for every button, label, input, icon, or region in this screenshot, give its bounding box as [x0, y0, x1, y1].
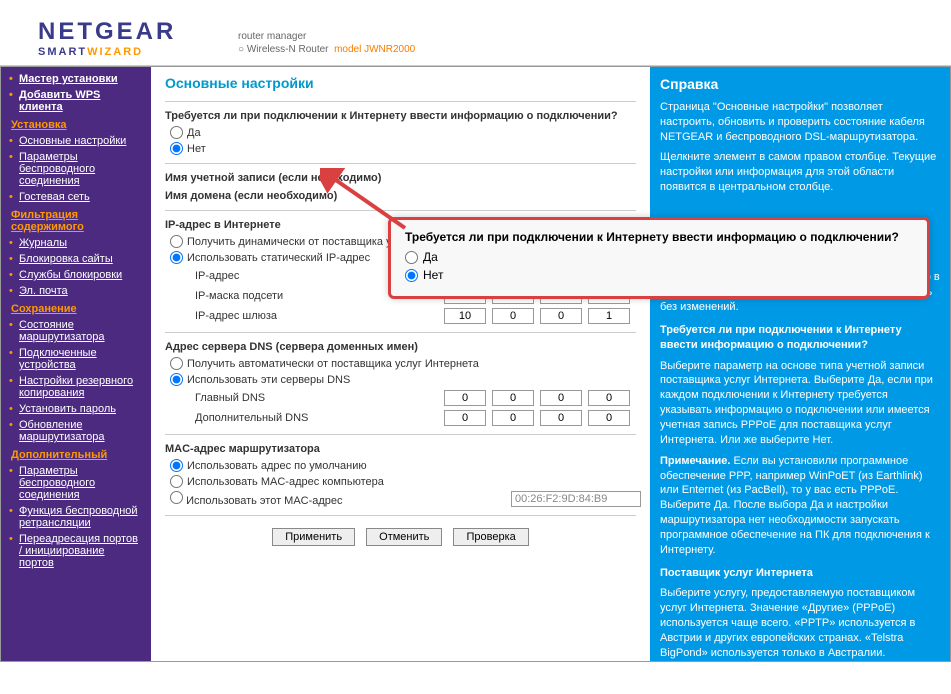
login-yes-label: Да [187, 127, 201, 139]
help-q: Требуется ли при подключении к Интернету… [660, 323, 940, 353]
sidebar-item-adv-wireless[interactable]: Параметры беспроводного соединения [1, 463, 151, 503]
mac-this-radio[interactable] [170, 491, 183, 504]
dns1-4[interactable] [588, 390, 630, 406]
help-p4: Выберите услугу, предоставляемую поставщ… [660, 586, 940, 660]
gw-4[interactable] [588, 308, 630, 324]
help-p1: Страница "Основные настройки" позволяет … [660, 100, 940, 145]
sidebar-item-wireless[interactable]: Параметры беспроводного соединения [1, 149, 151, 189]
dns2-3[interactable] [540, 410, 582, 426]
dns-section-label: Адрес сервера DNS (сервера доменных имен… [165, 341, 636, 353]
apply-button[interactable]: Применить [272, 528, 355, 546]
sidebar-item-status[interactable]: Состояние маршрутизатора [1, 317, 151, 345]
dns2-1[interactable] [444, 410, 486, 426]
gw-label: IP-адрес шлюза [195, 310, 335, 322]
mac-section-label: MAC-адрес маршрутизатора [165, 443, 636, 455]
sidebar-item-wps[interactable]: Добавить WPS клиента [1, 87, 151, 115]
sidebar-group-filter: Фильтрация содержимого [1, 205, 151, 235]
sidebar-item-blocksvc[interactable]: Службы блокировки [1, 267, 151, 283]
dns1-3[interactable] [540, 390, 582, 406]
dns1-1[interactable] [444, 390, 486, 406]
dns-auto-label: Получить автоматически от поставщика усл… [187, 358, 479, 370]
mac-pc-label: Использовать MAC-адрес компьютера [187, 476, 384, 488]
overlay-yes-radio[interactable] [405, 251, 418, 264]
overlay-yes-label: Да [423, 250, 438, 264]
sidebar-item-devices[interactable]: Подключенные устройства [1, 345, 151, 373]
sidebar-item-wizard[interactable]: Мастер установки [1, 71, 151, 87]
overlay-no-radio[interactable] [405, 269, 418, 282]
dns-use-radio[interactable] [170, 373, 183, 386]
sidebar-group-maint: Сохранение [1, 299, 151, 317]
test-button[interactable]: Проверка [453, 528, 528, 546]
domain-label: Имя домена (если необходимо) [165, 190, 636, 202]
account-label: Имя учетной записи (если необходимо) [165, 172, 636, 184]
cancel-button[interactable]: Отменить [366, 528, 442, 546]
sidebar-item-password[interactable]: Установить пароль [1, 401, 151, 417]
dns2-label: Дополнительный DNS [195, 412, 335, 424]
dns1-label: Главный DNS [195, 392, 335, 404]
sidebar-group-adv: Дополнительный [1, 445, 151, 463]
mac-default-radio[interactable] [170, 459, 183, 472]
gw-3[interactable] [540, 308, 582, 324]
brand-tagline: SMARTWIZARD [38, 46, 143, 58]
help-title: Справка [660, 75, 940, 94]
ip-addr-label: IP-адрес [195, 270, 335, 282]
login-no-label: Нет [187, 143, 206, 155]
login-no-radio[interactable] [170, 142, 183, 155]
brand-name: NETGEAR [38, 18, 176, 45]
mac-input[interactable] [511, 491, 641, 507]
gw-2[interactable] [492, 308, 534, 324]
sidebar-group-setup: Установка [1, 115, 151, 133]
sidebar-item-blocksites[interactable]: Блокировка сайты [1, 251, 151, 267]
dns-auto-radio[interactable] [170, 357, 183, 370]
dns2-4[interactable] [588, 410, 630, 426]
sidebar-item-portfwd[interactable]: Переадресация портов / инициирование пор… [1, 531, 151, 571]
sidebar-item-basic[interactable]: Основные настройки [1, 133, 151, 149]
sidebar-item-email[interactable]: Эл. почта [1, 283, 151, 299]
ip-dynamic-radio[interactable] [170, 235, 183, 248]
gw-1[interactable] [444, 308, 486, 324]
mac-default-label: Использовать адрес по умолчанию [187, 460, 367, 472]
help-p3: Выберите параметр на основе типа учетной… [660, 359, 940, 448]
mac-pc-radio[interactable] [170, 475, 183, 488]
help-p2: Щелкните элемент в самом правом столбце.… [660, 150, 940, 195]
sidebar: Мастер установки Добавить WPS клиента Ус… [1, 67, 151, 661]
dns1-2[interactable] [492, 390, 534, 406]
page-title: Основные настройки [165, 75, 636, 91]
overlay-no-label: Нет [423, 268, 443, 282]
dns2-2[interactable] [492, 410, 534, 426]
dns-use-label: Использовать эти серверы DNS [187, 374, 350, 386]
sidebar-item-repeater[interactable]: Функция беспроводной ретрансляции [1, 503, 151, 531]
sidebar-item-upgrade[interactable]: Обновление маршрутизатора [1, 417, 151, 445]
header-subline: router manager ○ Wireless-N Router model… [238, 30, 951, 56]
ip-static-label: Использовать статический IP-адрес [187, 252, 370, 264]
mac-this-label: Использовать этот MAC-адрес [186, 495, 342, 507]
model-label: model JWNR2000 [334, 44, 415, 55]
main-panel: Основные настройки Требуется ли при подк… [151, 67, 650, 661]
help-isp-hdr: Поставщик услуг Интернета [660, 566, 940, 581]
help-note2: Примечание. Если вы установили программн… [660, 454, 940, 558]
overlay-question: Требуется ли при подключении к Интернету… [405, 230, 913, 244]
sidebar-item-backup[interactable]: Настройки резервного копирования [1, 373, 151, 401]
help-panel: Справка Страница "Основные настройки" по… [650, 67, 950, 661]
mask-label: IP-маска подсети [195, 290, 335, 302]
sidebar-item-guest[interactable]: Гостевая сеть [1, 189, 151, 205]
callout-overlay: Требуется ли при подключении к Интернету… [388, 217, 930, 299]
ip-static-radio[interactable] [170, 251, 183, 264]
header: NETGEAR SMARTWIZARD router manager ○ Wir… [0, 0, 951, 60]
login-yes-radio[interactable] [170, 126, 183, 139]
sidebar-item-logs[interactable]: Журналы [1, 235, 151, 251]
login-question: Требуется ли при подключении к Интернету… [165, 110, 636, 122]
